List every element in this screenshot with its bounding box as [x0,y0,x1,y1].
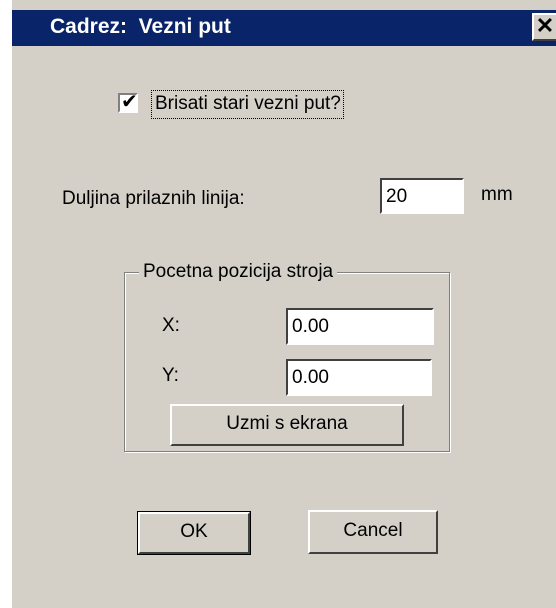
ok-label: OK [180,521,208,542]
checkmark-icon: ✔ [121,89,138,113]
y-label: Y: [162,365,179,386]
take-from-screen-label: Uzmi s ekrana [226,413,348,434]
y-input[interactable] [286,359,432,396]
take-from-screen-button[interactable]: Uzmi s ekrana [170,404,404,446]
dialog-window: Cadrez: Vezni put ✕ ✔ Brisati stari vezn… [0,0,556,608]
length-label: Duljina prilaznih linija: [62,188,245,209]
close-button[interactable]: ✕ [532,13,556,41]
ok-button[interactable]: OK [137,511,251,555]
close-icon: ✕ [535,13,555,38]
cancel-label: Cancel [343,520,403,541]
length-input[interactable] [380,178,464,214]
cancel-button[interactable]: Cancel [308,510,438,554]
x-label: X: [162,315,180,336]
x-input[interactable] [286,308,434,345]
background-strip [0,0,12,608]
dialog-title: Cadrez: Vezni put [50,15,231,38]
length-unit: mm [481,184,513,205]
delete-old-path-checkbox[interactable]: ✔ [118,89,138,113]
title-bar[interactable]: Cadrez: Vezni put ✕ [12,10,556,46]
start-position-legend: Pocetna pozicija stroja [139,261,338,283]
delete-old-path-label[interactable]: Brisati stari vezni put? [151,90,344,119]
